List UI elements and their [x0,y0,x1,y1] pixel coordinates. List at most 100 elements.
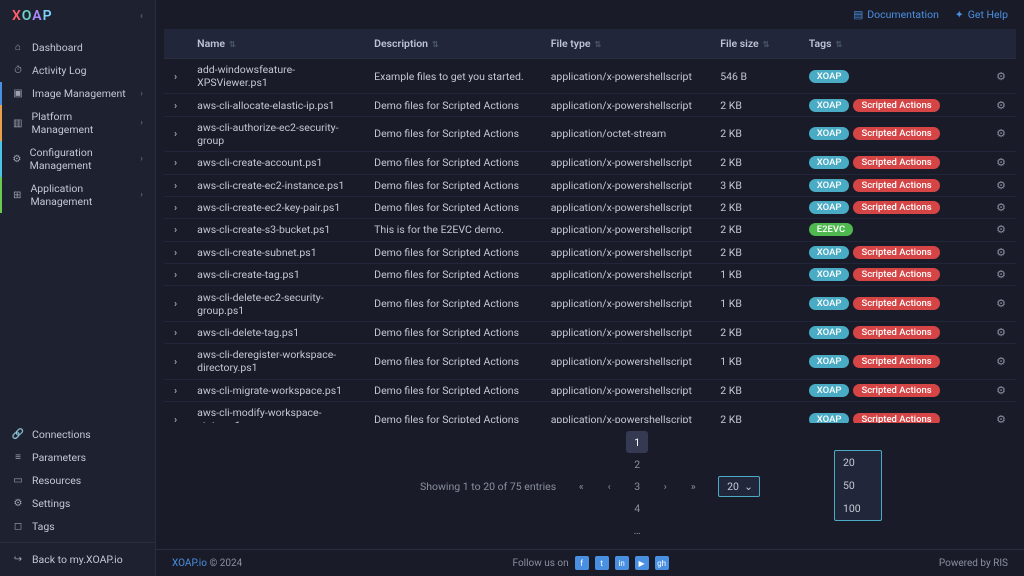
nav-item-parameters[interactable]: ≡Parameters [0,446,155,469]
table-row[interactable]: › aws-cli-create-tag.ps1 Demo files for … [164,264,1016,286]
tag-xoap[interactable]: XOAP [809,201,850,214]
page-size-select[interactable]: 20 ⌄ [718,476,760,497]
nav-item-tags[interactable]: ◻Tags [0,515,155,538]
table-row[interactable]: › aws-cli-delete-tag.ps1 Demo files for … [164,321,1016,343]
page-3-button[interactable]: 3 [626,475,648,497]
col-description[interactable]: Description⇅ [364,29,541,59]
twitter-icon[interactable]: t [595,556,609,570]
tag-scripted[interactable]: Scripted Actions [853,355,939,368]
nav-item-image-management[interactable]: ▣Image Management› [0,82,155,105]
tag-xoap[interactable]: XOAP [809,246,850,259]
expand-row-icon[interactable]: › [164,321,187,343]
tag-scripted[interactable]: Scripted Actions [853,297,939,310]
table-row[interactable]: › aws-cli-create-account.ps1 Demo files … [164,152,1016,174]
get-help-link[interactable]: ✦Get Help [955,8,1008,21]
linkedin-icon[interactable]: in [615,556,629,570]
page-size-option-50[interactable]: 50 [835,474,881,497]
tag-scripted[interactable]: Scripted Actions [853,127,939,140]
col-file-type[interactable]: File type⇅ [541,29,711,59]
expand-row-icon[interactable]: › [164,344,187,379]
tag-xoap[interactable]: XOAP [809,127,850,140]
expand-row-icon[interactable]: › [164,116,187,151]
row-settings[interactable]: ⚙ [986,401,1016,423]
row-settings[interactable]: ⚙ [986,174,1016,196]
tag-scripted[interactable]: Scripted Actions [853,156,939,169]
expand-row-icon[interactable]: › [164,286,187,321]
page-4-button[interactable]: 4 [626,497,648,519]
nav-item-platform-management[interactable]: ▥Platform Management› [0,105,155,141]
row-settings[interactable]: ⚙ [986,321,1016,343]
page-size-option-20[interactable]: 20 [835,451,881,474]
table-row[interactable]: › aws-cli-create-ec2-instance.ps1 Demo f… [164,174,1016,196]
table-row[interactable]: › aws-cli-create-ec2-key-pair.ps1 Demo f… [164,196,1016,218]
row-settings[interactable]: ⚙ [986,264,1016,286]
first-page-button[interactable]: « [570,475,592,497]
row-settings[interactable]: ⚙ [986,379,1016,401]
page-2-button[interactable]: 2 [626,453,648,475]
tag-xoap[interactable]: XOAP [809,384,850,397]
nav-item-dashboard[interactable]: ⌂Dashboard [0,36,155,59]
nav-item-application-management[interactable]: ⊞Application Management› [0,177,155,213]
github-icon[interactable]: gh [655,556,669,570]
nav-item-connections[interactable]: 🔗Connections [0,423,155,446]
tag-scripted[interactable]: Scripted Actions [853,201,939,214]
expand-row-icon[interactable]: › [164,196,187,218]
expand-row-icon[interactable]: › [164,264,187,286]
col-name[interactable]: Name⇅ [187,29,364,59]
tag-xoap[interactable]: XOAP [809,268,850,281]
logo[interactable]: XOAP [12,8,53,24]
tag-scripted[interactable]: Scripted Actions [853,384,939,397]
nav-item-settings[interactable]: ⚙Settings [0,492,155,515]
expand-row-icon[interactable]: › [164,219,187,241]
facebook-icon[interactable]: f [575,556,589,570]
tag-xoap[interactable]: XOAP [809,156,850,169]
tag-xoap[interactable]: XOAP [809,413,850,423]
expand-row-icon[interactable]: › [164,241,187,263]
tag-scripted[interactable]: Scripted Actions [853,413,939,423]
table-row[interactable]: › aws-cli-modify-workspace-state.ps1 Dem… [164,401,1016,423]
tag-xoap[interactable]: XOAP [809,326,850,339]
expand-row-icon[interactable]: › [164,59,187,94]
table-row[interactable]: › aws-cli-create-subnet.ps1 Demo files f… [164,241,1016,263]
page-1-button[interactable]: 1 [626,431,648,453]
table-row[interactable]: › aws-cli-create-s3-bucket.ps1 This is f… [164,219,1016,241]
row-settings[interactable]: ⚙ [986,196,1016,218]
tag-scripted[interactable]: Scripted Actions [853,268,939,281]
tag-scripted[interactable]: Scripted Actions [853,179,939,192]
tag-xoap[interactable]: XOAP [809,179,850,192]
row-settings[interactable]: ⚙ [986,59,1016,94]
expand-row-icon[interactable]: › [164,152,187,174]
nav-item-activity-log[interactable]: ⏱Activity Log [0,59,155,82]
documentation-link[interactable]: ▤Documentation [853,8,939,21]
row-settings[interactable]: ⚙ [986,116,1016,151]
row-settings[interactable]: ⚙ [986,219,1016,241]
row-settings[interactable]: ⚙ [986,286,1016,321]
table-row[interactable]: › aws-cli-migrate-workspace.ps1 Demo fil… [164,379,1016,401]
footer-brand[interactable]: XOAP.io [172,558,207,569]
table-row[interactable]: › aws-cli-deregister-workspace-directory… [164,344,1016,379]
row-settings[interactable]: ⚙ [986,241,1016,263]
expand-row-icon[interactable]: › [164,401,187,423]
col-tags[interactable]: Tags⇅ [799,29,986,59]
tag-scripted[interactable]: Scripted Actions [853,326,939,339]
tag-xoap[interactable]: XOAP [809,99,850,112]
tag-scripted[interactable]: Scripted Actions [853,99,939,112]
back-link[interactable]: ↪ Back to my.XOAP.io [0,542,155,576]
nav-item-configuration-management[interactable]: ⚙Configuration Management› [0,141,155,177]
row-settings[interactable]: ⚙ [986,94,1016,116]
row-settings[interactable]: ⚙ [986,152,1016,174]
youtube-icon[interactable]: ▶ [635,556,649,570]
table-row[interactable]: › aws-cli-delete-ec2-security-group.ps1 … [164,286,1016,321]
tag-xoap[interactable]: XOAP [809,297,850,310]
table-row[interactable]: › add-windowsfeature-XPSViewer.ps1 Examp… [164,59,1016,94]
tag-xoap[interactable]: XOAP [809,70,850,83]
page-size-option-100[interactable]: 100 [835,497,881,520]
row-settings[interactable]: ⚙ [986,344,1016,379]
table-row[interactable]: › aws-cli-allocate-elastic-ip.ps1 Demo f… [164,94,1016,116]
collapse-sidebar-icon[interactable]: ‹ [140,11,143,22]
last-page-button[interactable]: » [682,475,704,497]
col-file-size[interactable]: File size⇅ [710,29,799,59]
tag-scripted[interactable]: Scripted Actions [853,246,939,259]
nav-item-resources[interactable]: ▭Resources [0,469,155,492]
expand-row-icon[interactable]: › [164,94,187,116]
